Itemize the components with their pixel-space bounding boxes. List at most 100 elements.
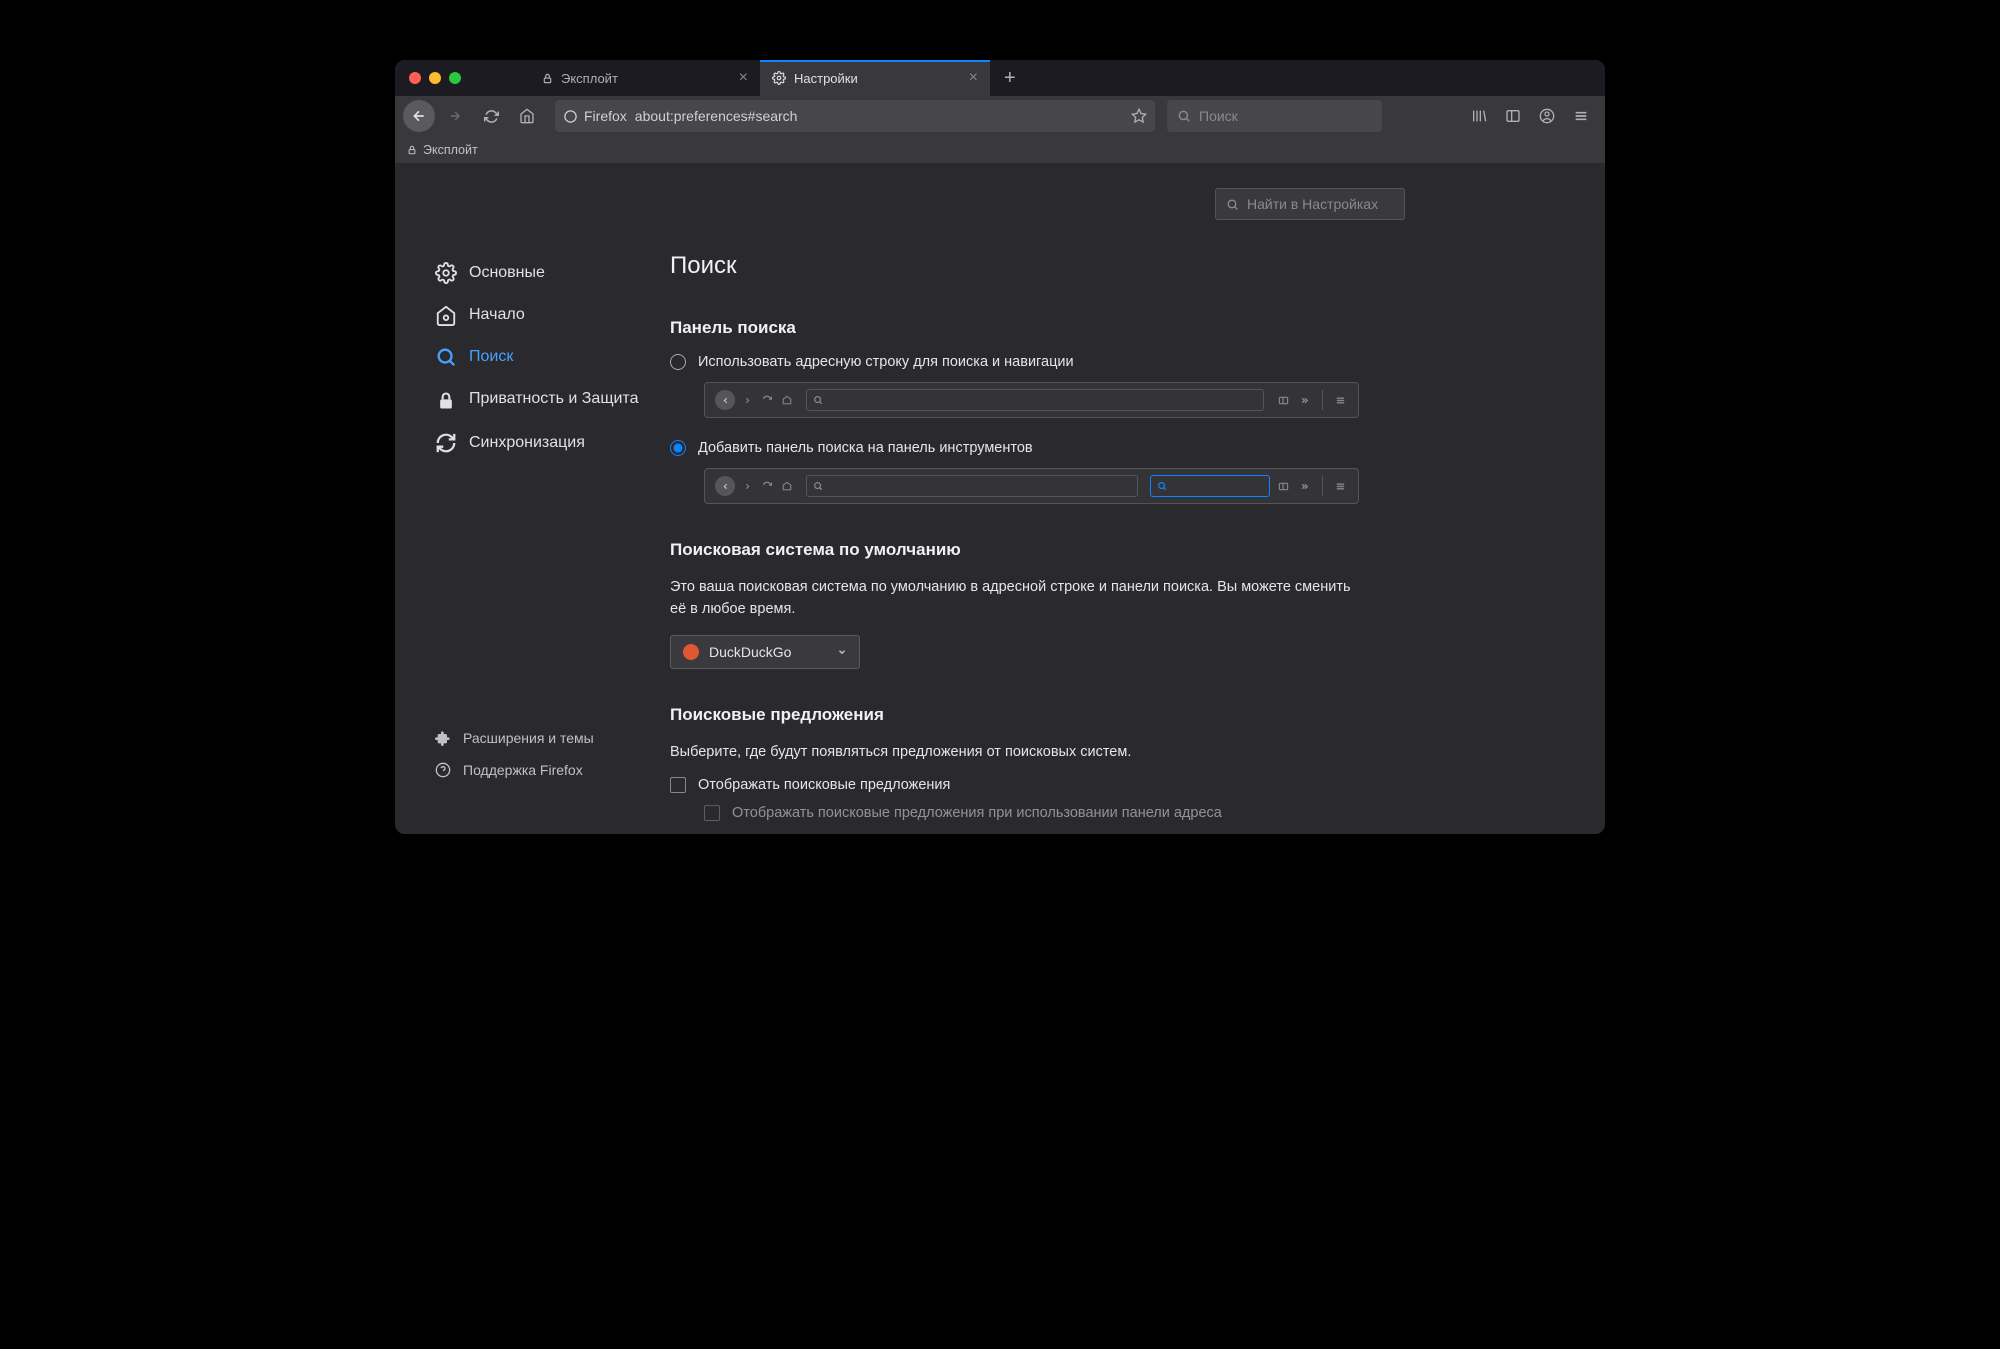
gear-icon (435, 262, 457, 284)
sidebar-item-label: Приватность и Защита (469, 388, 638, 410)
library-button[interactable] (1463, 100, 1495, 132)
duckduckgo-icon (683, 644, 699, 660)
sidebar-item-search[interactable]: Поиск (395, 336, 670, 378)
browser-mockup-unified (704, 382, 1359, 418)
mock-divider (1322, 390, 1323, 410)
mock-back-icon (715, 476, 735, 496)
toolbar-right-icons (1463, 100, 1597, 132)
tab-label: Эксплойт (561, 71, 618, 86)
identity-box[interactable]: Firefox (563, 108, 627, 124)
preferences-sidebar: Основные Начало Поиск (395, 164, 670, 834)
section-title: Поисковые предложения (670, 705, 1370, 725)
tab-close-button[interactable]: × (739, 69, 748, 87)
search-placeholder: Поиск (1199, 108, 1238, 124)
help-icon (435, 762, 451, 778)
mock-overflow-icon (1297, 481, 1312, 492)
radio-option-search-bar[interactable]: Добавить панель поиска на панель инструм… (670, 440, 1370, 456)
sidebar-item-label: Основные (469, 264, 545, 282)
app-menu-button[interactable] (1565, 100, 1597, 132)
sidebar-item-label: Синхронизация (469, 434, 585, 452)
section-default-engine: Поисковая система по умолчанию Это ваша … (670, 540, 1370, 669)
navigation-toolbar: Firefox about:preferences#search Поиск (395, 96, 1605, 136)
reload-button[interactable] (475, 100, 507, 132)
mock-menu-icon (1333, 395, 1348, 406)
sidebar-item-privacy[interactable]: Приватность и Защита (395, 378, 670, 422)
preferences-main: Поиск Панель поиска Использовать адресну… (670, 164, 1605, 834)
sidebar-item-general[interactable]: Основные (395, 252, 670, 294)
new-tab-button[interactable]: + (990, 60, 1030, 96)
sidebar-item-home[interactable]: Начало (395, 294, 670, 336)
home-icon (435, 304, 457, 326)
radio-button[interactable] (670, 440, 686, 456)
tab-strip: Эксплойт × Настройки × + (395, 60, 1605, 96)
mock-sidebar-icon (1276, 481, 1291, 492)
sync-icon (435, 432, 457, 454)
checkbox-show-suggestions[interactable]: Отображать поисковые предложения (670, 777, 1370, 793)
tab-close-button[interactable]: × (969, 69, 978, 87)
address-bar[interactable]: Firefox about:preferences#search (555, 100, 1155, 132)
arrow-left-icon (411, 108, 427, 124)
mock-home-icon (780, 395, 794, 405)
account-button[interactable] (1531, 100, 1563, 132)
bookmarks-toolbar: Эксплойт (395, 136, 1605, 164)
search-icon (813, 395, 823, 405)
account-icon (1539, 108, 1555, 124)
arrow-right-icon (448, 109, 462, 123)
checkbox[interactable] (670, 777, 686, 793)
home-button[interactable] (511, 100, 543, 132)
mock-overflow-icon (1297, 395, 1312, 406)
search-icon (435, 346, 457, 368)
sidebar-item-label: Поиск (469, 348, 513, 366)
search-bar[interactable]: Поиск (1167, 100, 1382, 132)
checkbox-label: Отображать поисковые предложения (698, 777, 950, 793)
tab-exploit[interactable]: Эксплойт × (530, 60, 760, 96)
page-title: Поиск (670, 252, 1370, 280)
mock-back-icon (715, 390, 735, 410)
section-title: Поисковая система по умолчанию (670, 540, 1370, 560)
search-icon (1157, 481, 1167, 491)
close-window-button[interactable] (409, 72, 421, 84)
radio-button[interactable] (670, 354, 686, 370)
default-engine-dropdown[interactable]: DuckDuckGo (670, 635, 860, 669)
sidebar-item-label: Начало (469, 306, 525, 324)
mock-search-field (1150, 475, 1270, 497)
sidebar-item-support[interactable]: Поддержка Firefox (395, 754, 670, 786)
home-icon (519, 108, 535, 124)
bookmark-star-button[interactable] (1131, 108, 1147, 124)
search-icon (1226, 198, 1239, 211)
url-text: about:preferences#search (635, 108, 1123, 124)
minimize-window-button[interactable] (429, 72, 441, 84)
sidebar-item-sync[interactable]: Синхронизация (395, 422, 670, 464)
lock-icon (407, 145, 417, 155)
sidebar-toggle-button[interactable] (1497, 100, 1529, 132)
search-icon (813, 481, 823, 491)
mock-reload-icon (760, 481, 774, 491)
sidebar-item-extensions[interactable]: Расширения и темы (395, 722, 670, 754)
settings-search-wrap: Найти в Настройках (1215, 188, 1405, 220)
browser-window: Эксплойт × Настройки × + (395, 60, 1605, 834)
puzzle-icon (435, 730, 451, 746)
forward-button[interactable] (439, 100, 471, 132)
sidebar-footer: Расширения и темы Поддержка Firefox (395, 722, 670, 814)
section-search-suggestions: Поисковые предложения Выберите, где буду… (670, 705, 1370, 821)
lock-icon (435, 390, 457, 412)
back-button[interactable] (403, 100, 435, 132)
mock-home-icon (780, 481, 794, 491)
reload-icon (484, 109, 499, 124)
bookmark-item-exploit[interactable]: Эксплойт (407, 143, 478, 157)
sidebar-icon (1505, 108, 1521, 124)
firefox-logo-icon (563, 109, 578, 124)
tab-settings[interactable]: Настройки × (760, 60, 990, 96)
sidebar-footer-label: Расширения и темы (463, 730, 594, 746)
settings-search-input[interactable]: Найти в Настройках (1215, 188, 1405, 220)
maximize-window-button[interactable] (449, 72, 461, 84)
mock-url-field (806, 389, 1264, 411)
library-icon (1471, 108, 1487, 124)
hamburger-icon (1573, 108, 1589, 124)
checkbox (704, 805, 720, 821)
radio-option-address-bar[interactable]: Использовать адресную строку для поиска … (670, 354, 1370, 370)
section-title: Панель поиска (670, 318, 1370, 338)
mock-forward-icon (741, 396, 754, 405)
mock-reload-icon (760, 395, 774, 405)
mock-divider (1322, 476, 1323, 496)
